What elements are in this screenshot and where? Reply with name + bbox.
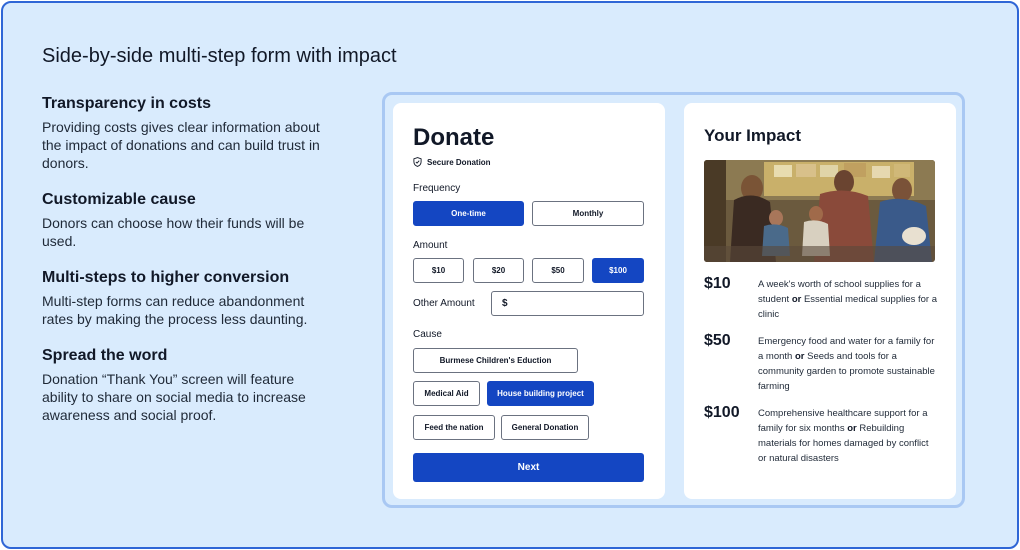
tier-description: A week's worth of school supplies for a …	[758, 279, 938, 320]
feature-list: Transparency in costs Providing costs gi…	[42, 95, 322, 443]
feature-title: Customizable cause	[42, 191, 196, 208]
other-amount-label: Other Amount	[413, 298, 475, 309]
feature-item: Spread the word Donation “Thank You” scr…	[42, 347, 322, 424]
amount-20-button[interactable]: $20	[473, 258, 524, 283]
feature-title: Transparency in costs	[42, 95, 211, 112]
feature-item: Customizable cause Donors can choose how…	[42, 191, 322, 250]
amount-50-button[interactable]: $50	[532, 258, 584, 283]
amount-label: Amount	[413, 240, 448, 251]
secure-donation-label: Secure Donation	[427, 157, 491, 167]
donate-title: Donate	[413, 124, 495, 151]
frequency-label: Frequency	[413, 183, 461, 194]
tier-description: Emergency food and water for a family fo…	[758, 336, 935, 392]
donate-form-card: Donate Secure Donation Frequency One-tim…	[393, 103, 665, 499]
cause-medical-aid-button[interactable]: Medical Aid	[413, 381, 480, 406]
feature-title: Multi-steps to higher conversion	[42, 269, 290, 286]
secure-donation-badge: Secure Donation	[413, 157, 491, 167]
feature-item: Transparency in costs Providing costs gi…	[42, 95, 322, 172]
tier-amount: $50	[704, 332, 731, 349]
other-amount-input[interactable]: $	[491, 291, 644, 316]
tier-description: Comprehensive healthcare support for a f…	[758, 408, 929, 464]
frequency-monthly-button[interactable]: Monthly	[532, 201, 644, 226]
feature-text: Donors can choose how their funds will b…	[42, 215, 305, 249]
shield-check-icon	[413, 157, 422, 167]
cause-house-building-button[interactable]: House building project	[487, 381, 594, 406]
tier-amount: $100	[704, 404, 740, 421]
impact-photo	[704, 160, 935, 262]
amount-100-button[interactable]: $100	[592, 258, 644, 283]
page-title: Side-by-side multi-step form with impact	[42, 45, 397, 67]
feature-text: Multi-step forms can reduce abandonment …	[42, 293, 308, 327]
feature-text: Providing costs gives clear information …	[42, 119, 320, 171]
amount-10-button[interactable]: $10	[413, 258, 464, 283]
cause-label: Cause	[413, 329, 442, 340]
tier-amount: $10	[704, 275, 731, 292]
family-photo-image	[704, 160, 935, 262]
feature-title: Spread the word	[42, 347, 168, 364]
next-button[interactable]: Next	[413, 453, 644, 482]
feature-text: Donation “Thank You” screen will feature…	[42, 371, 306, 423]
cause-general-donation-button[interactable]: General Donation	[501, 415, 589, 440]
impact-card: Your Impact $10 A week's worth of school…	[684, 103, 956, 499]
frequency-one-time-button[interactable]: One-time	[413, 201, 524, 226]
mockup-container: Donate Secure Donation Frequency One-tim…	[382, 92, 965, 508]
cause-burmese-education-button[interactable]: Burmese Children's Eduction	[413, 348, 578, 373]
cause-feed-nation-button[interactable]: Feed the nation	[413, 415, 495, 440]
feature-item: Multi-steps to higher conversion Multi-s…	[42, 269, 322, 328]
impact-title: Your Impact	[704, 126, 801, 145]
presentation-frame: Side-by-side multi-step form with impact…	[1, 1, 1019, 549]
